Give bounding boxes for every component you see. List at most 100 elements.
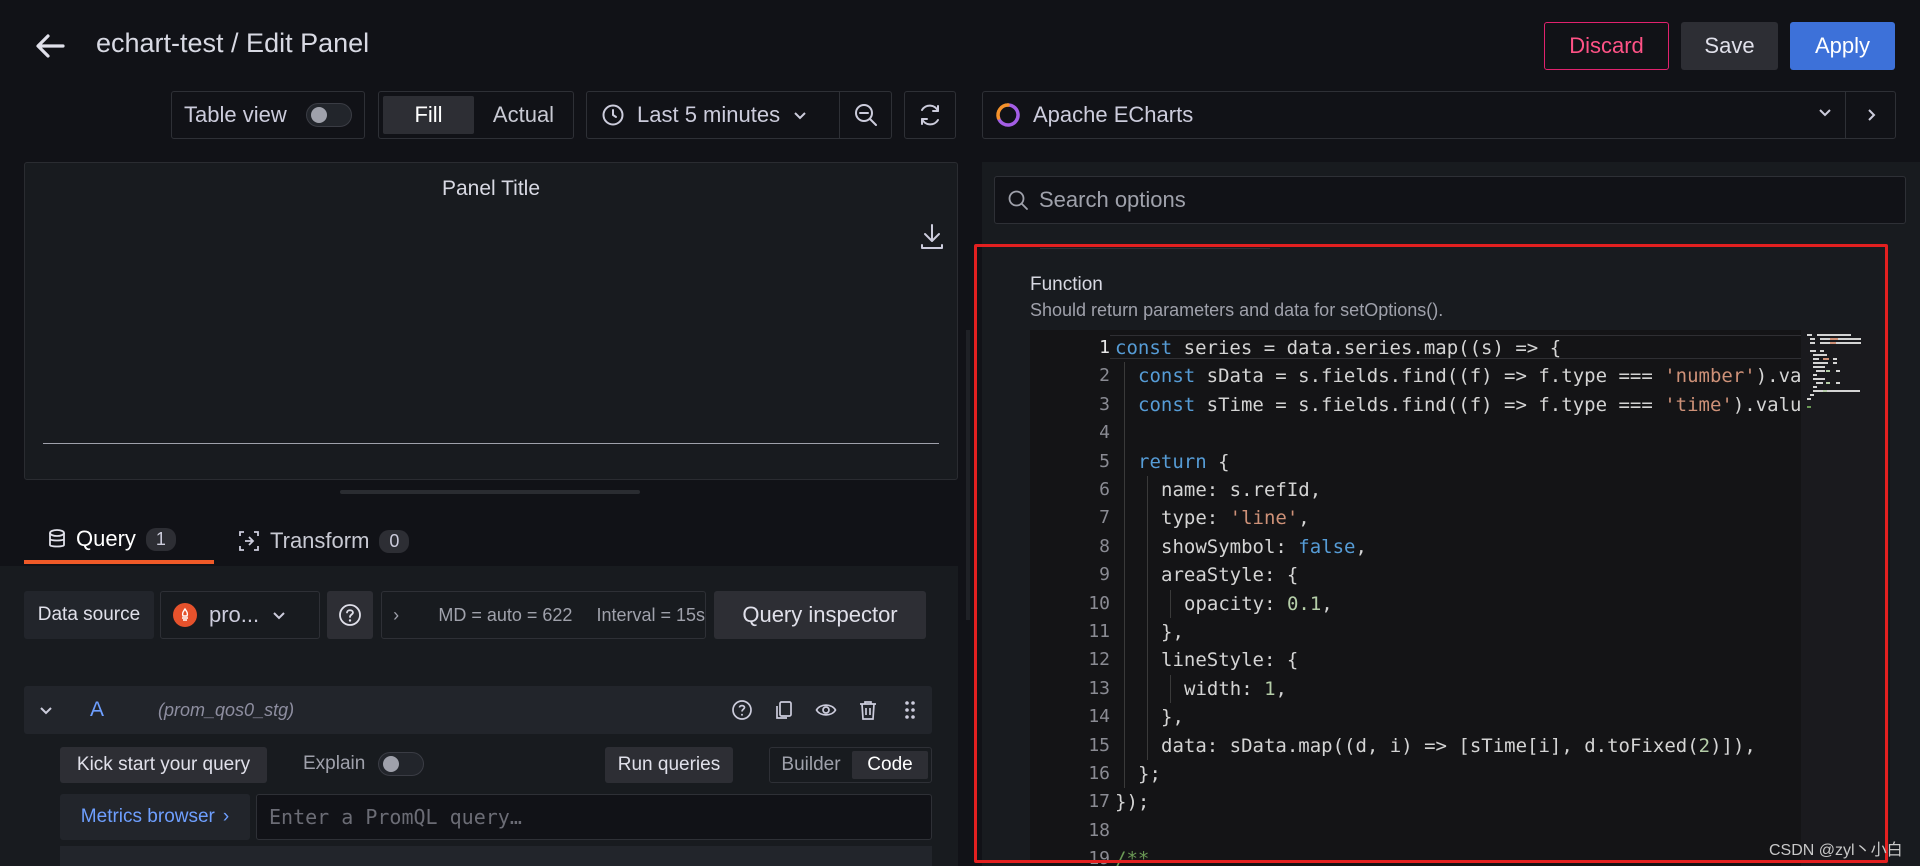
apply-button[interactable]: Apply: [1790, 22, 1895, 70]
code-token: 2: [1698, 734, 1711, 757]
line-number: 16: [1088, 763, 1110, 784]
minimap-line: [1833, 390, 1837, 392]
drag-handle-icon[interactable]: [898, 698, 922, 722]
chevron-down-icon: [794, 112, 806, 120]
code-token: lineStyle: {: [1161, 649, 1299, 672]
explain-toggle[interactable]: [378, 752, 424, 776]
tab-transform-label: Transform: [270, 528, 370, 553]
indent-guide: [1170, 589, 1171, 618]
indent-guide: [1124, 589, 1125, 618]
code-line: data: sData.map((d, i) => [sTime[i], d.t…: [1161, 735, 1756, 757]
kick-start-query-button[interactable]: Kick start your query: [60, 747, 267, 783]
database-icon: [49, 529, 65, 548]
minimap-line: [1830, 342, 1836, 344]
indent-guide: [1147, 532, 1148, 562]
code-content[interactable]: const series = data.series.map((s) => {c…: [1115, 330, 1805, 866]
section-divider: [1040, 248, 1270, 249]
code-minimap[interactable]: [1801, 330, 1889, 866]
code-line: lineStyle: {: [1161, 649, 1298, 671]
help-icon[interactable]: [730, 698, 754, 722]
query-datasource-name: (prom_qos0_stg): [158, 699, 295, 720]
panel-preview: Panel Title: [24, 162, 958, 480]
metrics-browser-button[interactable]: Metrics browser ›: [60, 794, 250, 840]
search-options-input[interactable]: [1039, 187, 1839, 213]
tab-query[interactable]: Query 1: [24, 518, 214, 564]
data-source-picker[interactable]: pro...: [160, 591, 320, 639]
code-token: const: [1115, 337, 1173, 359]
code-token: ,: [1298, 507, 1310, 530]
table-view-switch[interactable]: Table view: [171, 91, 365, 139]
code-token: const: [1138, 393, 1196, 416]
minimap-line: [1807, 406, 1811, 408]
indent-guide: [1147, 731, 1148, 760]
builder-option[interactable]: Builder: [773, 751, 849, 779]
promql-query-input[interactable]: [256, 794, 932, 840]
pane-splitter[interactable]: [966, 330, 970, 620]
fill-option[interactable]: Fill: [383, 96, 474, 134]
data-source-label: Data source: [24, 591, 154, 639]
code-token: sTime = s.fields.find((f) => f.type ===: [1195, 393, 1665, 416]
eye-icon[interactable]: [814, 698, 838, 722]
chevron-down-icon[interactable]: [38, 702, 54, 718]
code-token: name: s.refId,: [1161, 479, 1322, 501]
watermark: CSDN @zyl丶小白: [1769, 842, 1903, 859]
panel-title: Panel Title: [441, 177, 541, 200]
actual-option[interactable]: Actual: [478, 96, 569, 134]
search-icon: [1008, 190, 1028, 210]
code-token: width:: [1184, 677, 1265, 700]
code-token: sData = s.fields.find((f) => f.type ===: [1195, 365, 1665, 388]
download-icon: [921, 224, 943, 249]
query-inspector-button[interactable]: Query inspector: [714, 591, 926, 639]
indent-guide: [1124, 760, 1125, 789]
indent-guide: [1124, 447, 1125, 476]
code-token: };: [1138, 763, 1161, 785]
trash-icon[interactable]: [856, 698, 880, 722]
code-token: ,: [1275, 677, 1287, 700]
minimap-line: [1833, 362, 1837, 364]
line-number: 1: [1099, 337, 1110, 358]
metrics-browser-label: Metrics browser: [80, 806, 215, 827]
code-line: width: 1,: [1184, 678, 1287, 700]
code-token: 'number': [1664, 365, 1756, 388]
discard-button[interactable]: Discard: [1544, 22, 1669, 70]
zoom-out-button[interactable]: [840, 91, 892, 139]
code-token: ).valu: [1732, 393, 1802, 416]
table-view-toggle[interactable]: [306, 103, 352, 127]
download-button[interactable]: [917, 221, 947, 251]
code-line: const sData = s.fields.find((f) => f.typ…: [1138, 365, 1801, 387]
minimap-line: [1810, 350, 1816, 352]
search-options-field[interactable]: [994, 176, 1906, 224]
time-range-picker[interactable]: Last 5 minutes: [586, 91, 840, 139]
indent-guide: [1124, 618, 1125, 647]
refresh-button[interactable]: [904, 91, 956, 139]
collapse-options-button[interactable]: [1845, 92, 1895, 138]
back-button[interactable]: [30, 26, 70, 66]
code-editor[interactable]: 1 2 3 4 5 6 7 8 9 10 11 12 13 14 15 16 17 18 19 const seri…: [1030, 330, 1890, 866]
code-option[interactable]: Code: [852, 751, 928, 779]
line-number: 5: [1099, 450, 1110, 472]
refresh-icon: [921, 104, 939, 126]
run-queries-button[interactable]: Run queries: [605, 747, 733, 783]
code-line: name: s.refId,: [1161, 479, 1321, 501]
save-button[interactable]: Save: [1681, 22, 1778, 70]
code-line: const series = data.series.map((s) => {: [1115, 337, 1561, 359]
builder-code-switch: Builder Code: [769, 747, 932, 783]
indent-guide: [1147, 589, 1148, 618]
line-number: 12: [1088, 649, 1110, 671]
copy-icon[interactable]: [772, 698, 796, 722]
panel-resize-handle[interactable]: [340, 490, 640, 494]
line-number: 7: [1099, 507, 1110, 529]
data-source-help-button[interactable]: [327, 591, 373, 639]
code-token: 'time': [1664, 393, 1733, 416]
query-options-toggle[interactable]: › MD = auto = 622 Interval = 15s: [381, 591, 706, 639]
visualization-picker[interactable]: Apache ECharts: [982, 91, 1896, 139]
line-number: 11: [1088, 621, 1110, 642]
indent-guide: [1147, 561, 1148, 590]
time-range-label: Last 5 minutes: [637, 102, 781, 127]
indent-guide: [1147, 504, 1148, 533]
tab-query-label: Query: [76, 526, 136, 551]
line-number: 8: [1099, 535, 1110, 557]
code-token: },: [1161, 621, 1184, 643]
query-ref-id[interactable]: A: [90, 698, 104, 722]
tab-transform[interactable]: Transform 0: [238, 518, 410, 564]
